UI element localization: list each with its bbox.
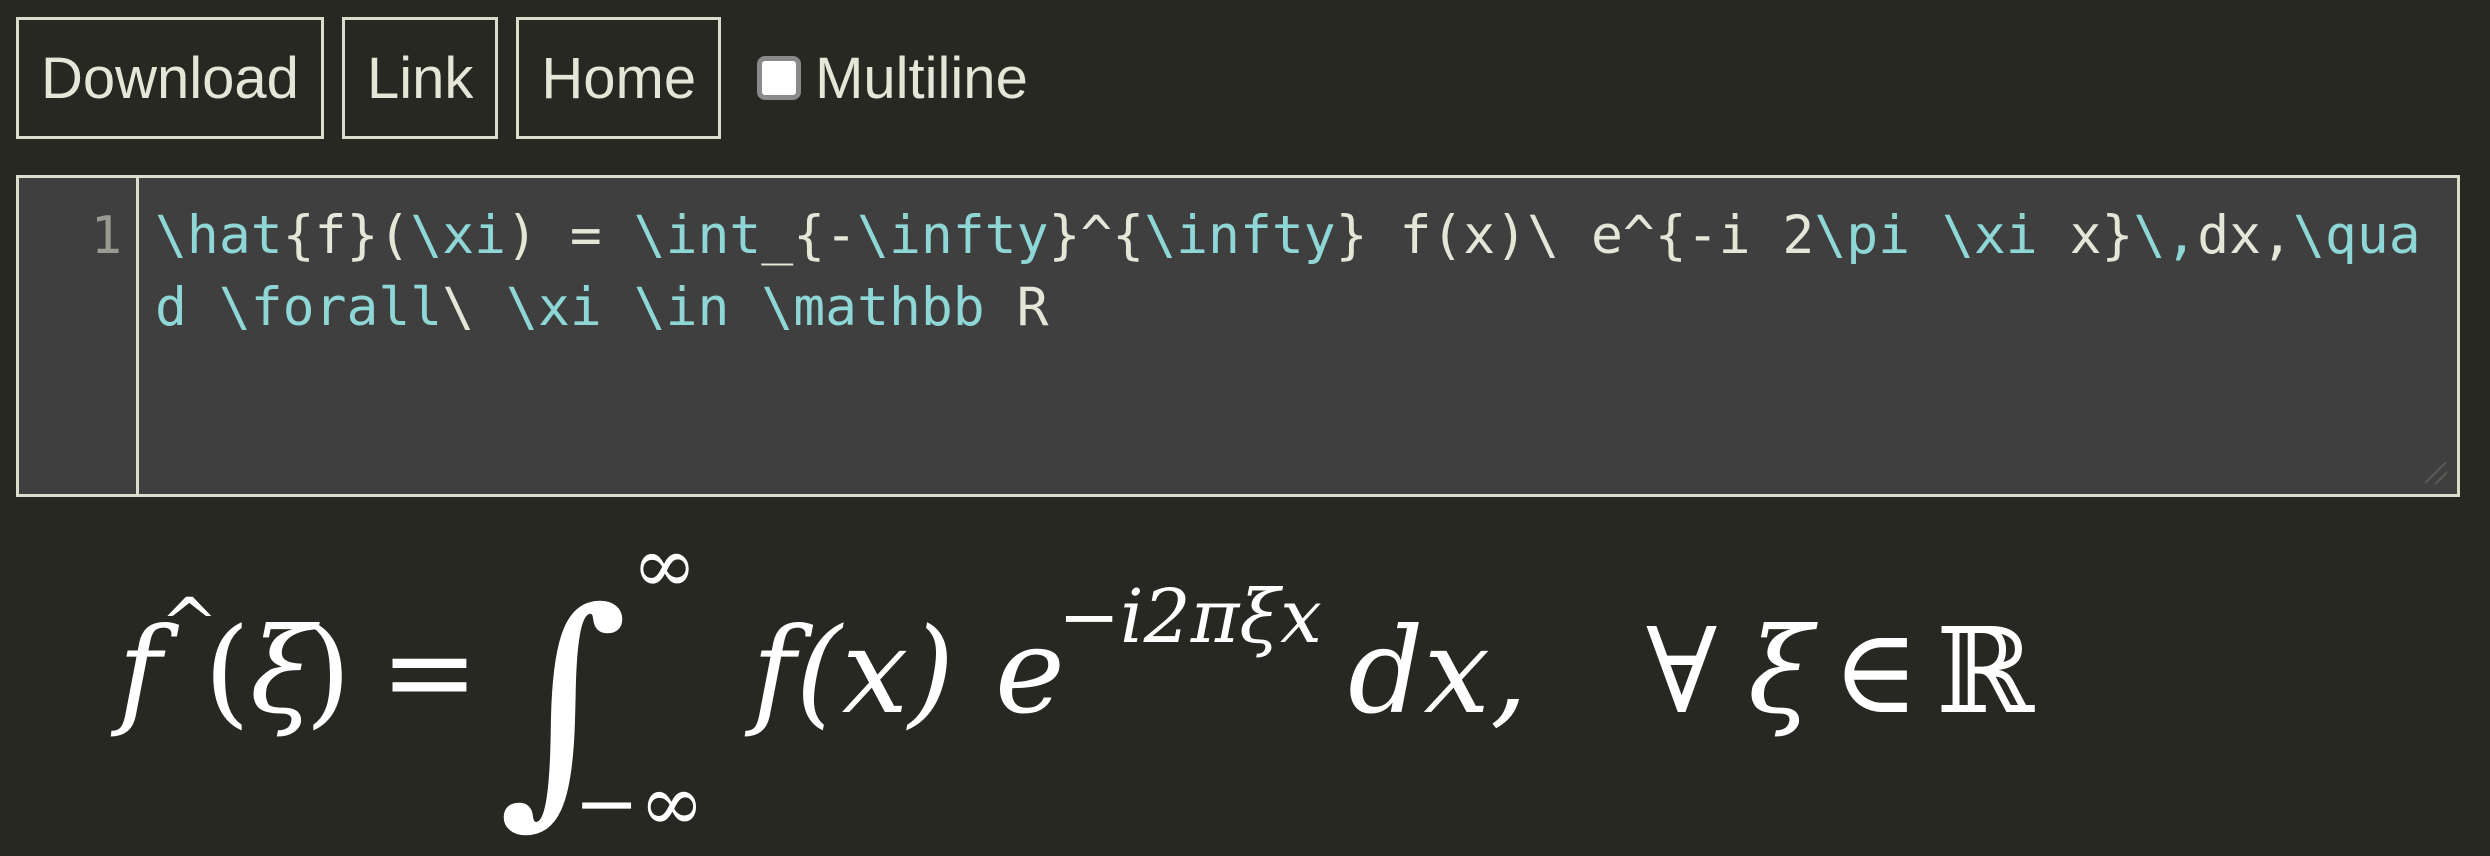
latex-command-token: \xi: [410, 205, 507, 266]
latex-text-token: [729, 277, 761, 338]
latex-command-token: \mathbb: [761, 277, 985, 338]
line-number-gutter: 1: [19, 178, 139, 494]
element-of-symbol: ∈: [1832, 602, 1919, 740]
home-button[interactable]: Home: [516, 17, 722, 139]
latex-text-token: _{-: [761, 205, 858, 266]
xi-symbol-2: ξ: [1748, 602, 1818, 740]
latex-text-token: [187, 277, 219, 338]
latex-text-token: } f(x)\ e^{-i 2: [1335, 205, 1815, 266]
code-input[interactable]: \hat{f}(\xi) = \int_{-\infty}^{\infty} f…: [139, 178, 2457, 494]
resize-handle-icon[interactable]: [2425, 462, 2447, 484]
reals-symbol: ℝ: [1936, 602, 2035, 740]
multiline-checkbox[interactable]: [757, 56, 802, 100]
latex-editor[interactable]: 1 \hat{f}(\xi) = \int_{-\infty}^{\infty}…: [16, 175, 2460, 497]
left-paren: (: [204, 602, 250, 740]
latex-text-token: \: [442, 277, 507, 338]
latex-command-token: \forall: [218, 277, 443, 338]
download-button[interactable]: Download: [16, 17, 324, 139]
latex-text-token: R: [984, 277, 1049, 338]
equals-sign: =: [380, 602, 479, 740]
upper-limit: ∞: [632, 521, 697, 611]
multiline-label: Multiline: [815, 45, 1028, 111]
line-number: 1: [90, 206, 122, 266]
latex-command-token: \hat: [155, 205, 283, 266]
latex-command-token: \infty: [1144, 205, 1336, 266]
latex-command-token: \xi: [1941, 205, 2038, 266]
right-paren: ): [305, 602, 351, 740]
exponent: −i2πξx: [1058, 574, 1322, 660]
latex-text-token: dx,: [2197, 205, 2293, 266]
latex-command-token: \infty: [857, 205, 1049, 266]
latex-command-token: \pi: [1814, 205, 1911, 266]
rendered-formula: f ^ ( ξ ) = ∫ ∞ −∞ f(x) e −i2πξx dx, ∀ ξ…: [0, 520, 2490, 856]
forall-symbol: ∀: [1646, 602, 1717, 740]
lower-limit: −∞: [574, 759, 704, 849]
formula-svg: f ^ ( ξ ) = ∫ ∞ −∞ f(x) e −i2πξx dx, ∀ ξ…: [110, 521, 2035, 849]
toolbar: Download Link Home Multiline: [16, 17, 1028, 139]
f-of-x: f(x): [744, 602, 954, 740]
multiline-toggle[interactable]: Multiline: [757, 45, 1028, 112]
latex-text-token: }^{: [1048, 205, 1145, 266]
latex-command-token: \int: [633, 205, 762, 266]
latex-text-token: ) =: [506, 205, 634, 266]
latex-text-token: x}: [2037, 205, 2134, 266]
latex-command-token: \in: [633, 277, 730, 338]
link-button[interactable]: Link: [341, 17, 499, 139]
latex-command-token: \,: [2133, 205, 2198, 266]
latex-command-token: \xi: [506, 277, 602, 338]
latex-text-token: [602, 277, 634, 338]
latex-text-token: [1910, 205, 1942, 266]
latex-text-token: {f}(: [282, 205, 411, 266]
dx-term: dx,: [1348, 602, 1528, 740]
e-base: e: [995, 602, 1065, 740]
